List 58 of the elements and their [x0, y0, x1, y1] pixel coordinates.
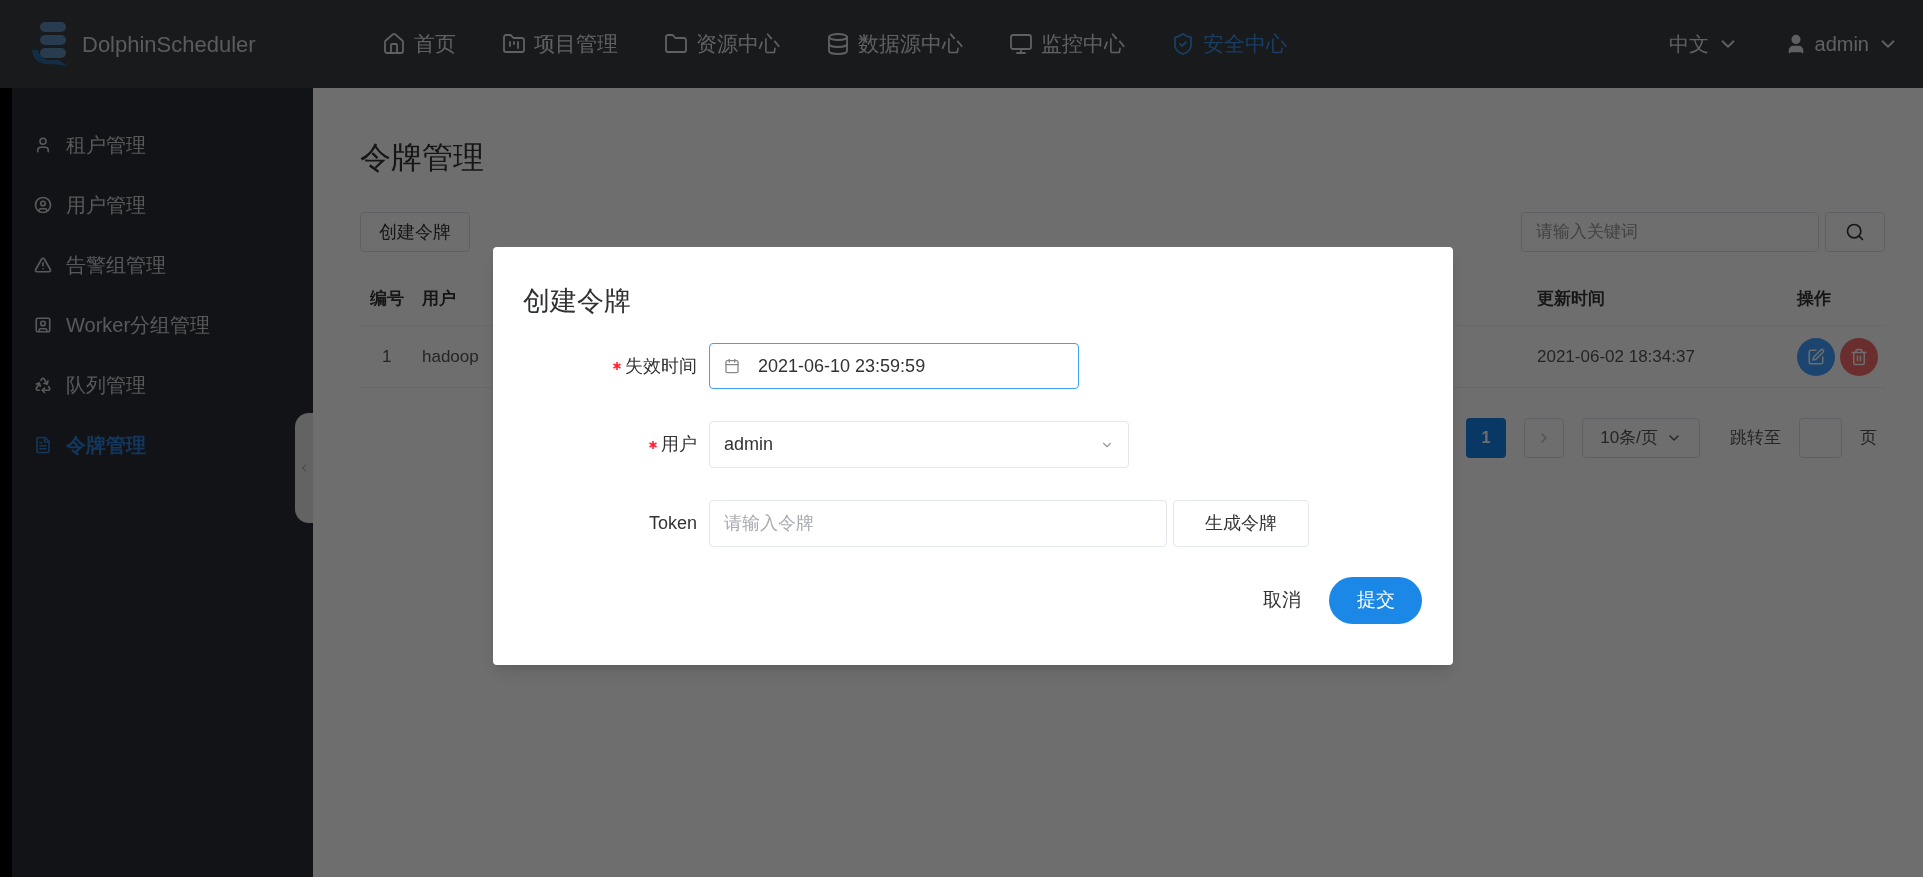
- sidebar-item[interactable]: 用户管理: [12, 190, 313, 220]
- language-dropdown[interactable]: 中文: [1668, 29, 1739, 59]
- search-button[interactable]: [1825, 212, 1885, 252]
- edit-icon: [1807, 347, 1825, 366]
- user-circle-icon: [34, 196, 52, 214]
- nav-tab[interactable]: 资源中心: [664, 28, 780, 60]
- nav-tab[interactable]: 数据源中心: [826, 28, 963, 60]
- user-icon: [34, 136, 52, 154]
- file-icon: [34, 436, 52, 454]
- table-cell-text: hadoop: [422, 345, 479, 368]
- sidebar-item[interactable]: 队列管理: [12, 370, 313, 400]
- collapse-handle[interactable]: [295, 413, 313, 523]
- page-unit-label: 页: [1860, 427, 1877, 450]
- column-header: 用户: [422, 287, 456, 310]
- page-button[interactable]: 1: [1466, 418, 1506, 458]
- monitor-icon: [1009, 32, 1033, 56]
- page-title: 令牌管理: [360, 139, 485, 177]
- contact-card-icon: [34, 316, 52, 334]
- field-label: Token: [648, 512, 697, 535]
- table-cell-text: 1: [382, 345, 392, 368]
- next-page-button[interactable]: [1524, 418, 1564, 458]
- sidebar-item[interactable]: Worker分组管理: [12, 310, 313, 340]
- user-dropdown[interactable]: admin: [1784, 29, 1899, 59]
- home-icon: [382, 32, 406, 56]
- sidebar-item[interactable]: 告警组管理: [12, 250, 313, 280]
- nav-tab[interactable]: 项目管理: [502, 28, 618, 60]
- warning-icon: [34, 256, 52, 274]
- token-field[interactable]: 请输入令牌: [709, 500, 1167, 547]
- field-label: 用户: [661, 433, 697, 456]
- database-icon: [826, 32, 850, 56]
- cancel-button[interactable]: 取消: [1261, 586, 1303, 615]
- recycle-icon: [34, 376, 52, 394]
- folder-icon: [664, 32, 688, 56]
- create-token-button[interactable]: 创建令牌: [360, 212, 470, 252]
- column-header: 编号: [370, 287, 404, 310]
- table-cell-text: 2021-06-02 18:34:37: [1537, 345, 1695, 368]
- generate-token-button[interactable]: 生成令牌: [1173, 500, 1309, 547]
- edit-button[interactable]: [1797, 337, 1835, 376]
- field-label: 失效时间: [625, 354, 697, 378]
- nav-tab[interactable]: 监控中心: [1009, 28, 1125, 60]
- date-time-field[interactable]: 2021-06-10 23:59:59: [709, 343, 1079, 389]
- delete-button[interactable]: [1840, 337, 1878, 376]
- search-icon: [1845, 222, 1865, 242]
- shield-icon: [1171, 32, 1195, 56]
- column-header: 更新时间: [1537, 287, 1605, 310]
- project-icon: [502, 32, 526, 56]
- column-header: 操作: [1797, 287, 1831, 310]
- nav-tab[interactable]: 首页: [382, 28, 456, 60]
- dialog-title: 创建令牌: [523, 285, 632, 318]
- page-size-dropdown[interactable]: 10条/页: [1582, 418, 1700, 458]
- submit-button[interactable]: 提交: [1329, 577, 1422, 624]
- trash-icon: [1850, 347, 1868, 366]
- sidebar-item[interactable]: 租户管理: [12, 130, 313, 160]
- nav-tab[interactable]: 安全中心: [1171, 28, 1287, 60]
- calendar-icon: [724, 358, 740, 374]
- app-name: DolphinScheduler: [82, 30, 256, 59]
- user-select[interactable]: admin: [709, 421, 1129, 468]
- jump-label: 跳转至: [1730, 427, 1781, 450]
